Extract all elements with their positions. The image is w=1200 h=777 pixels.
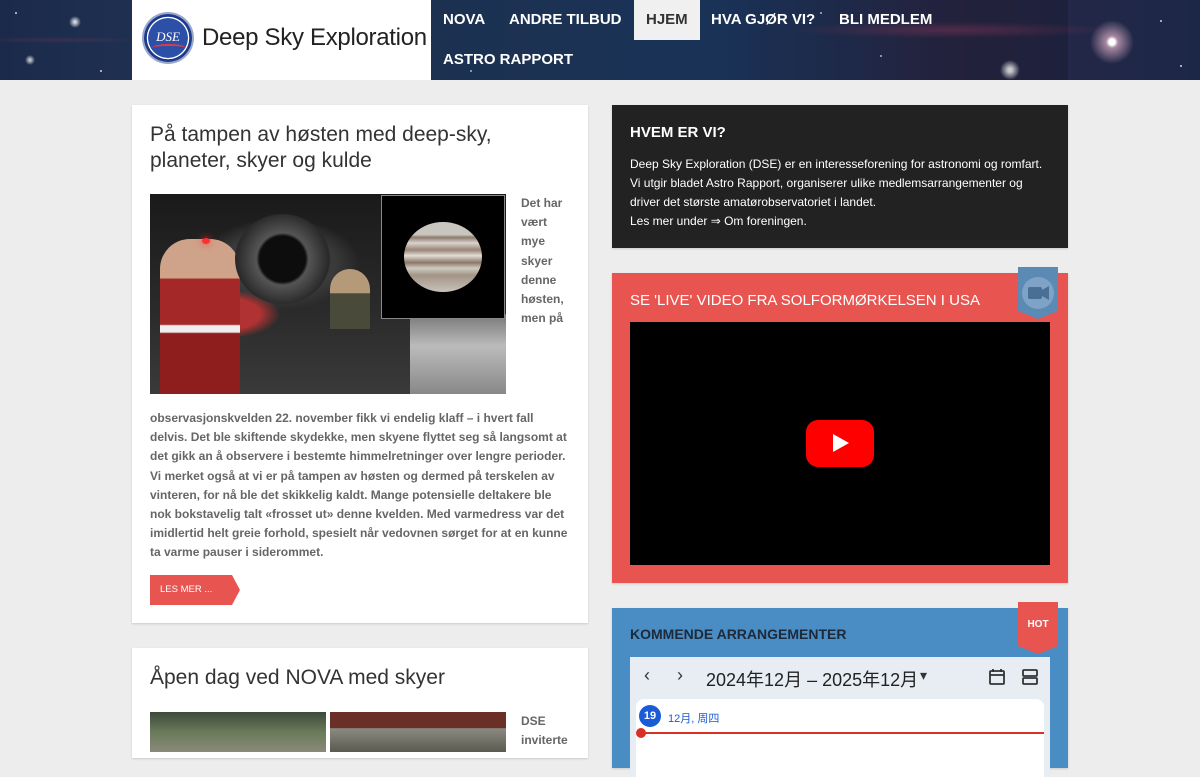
- logo-text: Deep Sky Exploration: [202, 24, 427, 51]
- hot-label: HOT: [1027, 619, 1049, 630]
- nav-item-hva-gjor-vi[interactable]: HVA GJØR VI?: [699, 0, 827, 40]
- post-title[interactable]: På tampen av høsten med deep-sky, planet…: [150, 122, 550, 174]
- post-excerpt-start: Det har vært mye skyer denne høsten, men…: [521, 196, 564, 326]
- about-line: Deep Sky Exploration (DSE) er en interes…: [630, 157, 1043, 171]
- widget-title: HVEM ER VI?: [630, 124, 726, 141]
- hot-ribbon-badge: HOT: [1018, 602, 1058, 654]
- logo-emblem-text: DSE: [156, 29, 180, 44]
- post-photo[interactable]: [150, 194, 506, 394]
- calendar-range[interactable]: 2024年12月 – 2025年12月: [706, 666, 918, 692]
- ribbon-badge: [1018, 267, 1058, 319]
- day-label: 12月, 周四: [668, 713, 720, 725]
- main-nav: NOVA ANDRE TILBUD HJEM HVA GJØR VI? BLI …: [431, 0, 1068, 80]
- about-widget: HVEM ER VI? Deep Sky Exploration (DSE) e…: [612, 105, 1068, 248]
- about-line: driver det største amatørobservatoriet i…: [630, 195, 877, 209]
- site-header: DSE Deep Sky Exploration NOVA ANDRE TILB…: [0, 0, 1200, 80]
- nav-item-nova[interactable]: NOVA: [431, 0, 497, 40]
- calendar-icon[interactable]: [988, 668, 1006, 686]
- read-more-button[interactable]: LES MER ...: [150, 575, 240, 605]
- events-widget: KOMMENDE ARRANGEMENTER HOT ‹ › 2024年12月 …: [612, 602, 1068, 777]
- post-card: Åpen dag ved NOVA med skyer DSE invitert…: [132, 648, 588, 758]
- widget-title: SE 'LIVE' VIDEO FRA SOLFORMØRKELSEN I US…: [630, 292, 980, 309]
- post-excerpt-start: DSE invitertе: [521, 714, 568, 748]
- nav-item-astro-rapport[interactable]: ASTRO RAPPORT: [431, 40, 585, 80]
- post-excerpt: observasjonskvelden 22. november fikk vi…: [150, 411, 568, 560]
- post-photo[interactable]: [150, 712, 326, 752]
- post-card: På tampen av høsten med deep-sky, planet…: [132, 105, 588, 623]
- about-link[interactable]: Les mer under ⇒ Om foreningen.: [630, 212, 1055, 231]
- calendar-embed: ‹ › 2024年12月 – 2025年12月 ▾ 19 12月, 周四: [630, 657, 1050, 777]
- site-logo[interactable]: DSE Deep Sky Exploration: [132, 0, 431, 80]
- chevron-right-icon[interactable]: ›: [677, 665, 683, 686]
- view-list-icon[interactable]: [1021, 668, 1039, 686]
- video-widget: SE 'LIVE' VIDEO FRA SOLFORMØRKELSEN I US…: [612, 267, 1068, 583]
- about-line: Vi utgir bladet Astro Rapport, organiser…: [630, 176, 1023, 190]
- current-time-line: [638, 732, 1044, 734]
- day-number-badge[interactable]: 19: [639, 705, 661, 727]
- calendar-day-card: 19 12月, 周四: [636, 699, 1044, 777]
- video-player[interactable]: [630, 322, 1050, 565]
- youtube-play-button[interactable]: [806, 420, 874, 467]
- calendar-toolbar: ‹ › 2024年12月 – 2025年12月 ▾: [630, 657, 1050, 697]
- about-text: Deep Sky Exploration (DSE) er en interes…: [630, 155, 1055, 231]
- post-photo[interactable]: [330, 712, 506, 752]
- dropdown-arrow-icon[interactable]: ▾: [920, 667, 927, 684]
- nav-item-bli-medlem[interactable]: BLI MEDLEM: [827, 0, 944, 40]
- widget-title: KOMMENDE ARRANGEMENTER: [630, 626, 847, 642]
- chevron-left-icon[interactable]: ‹: [644, 665, 650, 686]
- nav-item-andre-tilbud[interactable]: ANDRE TILBUD: [497, 0, 634, 40]
- logo-emblem-icon: DSE: [144, 14, 192, 62]
- post-title[interactable]: Åpen dag ved NOVA med skyer: [150, 665, 550, 691]
- video-camera-icon: [1022, 277, 1054, 309]
- jupiter-inset-image: [381, 195, 505, 319]
- nav-item-hjem[interactable]: HJEM: [634, 0, 700, 40]
